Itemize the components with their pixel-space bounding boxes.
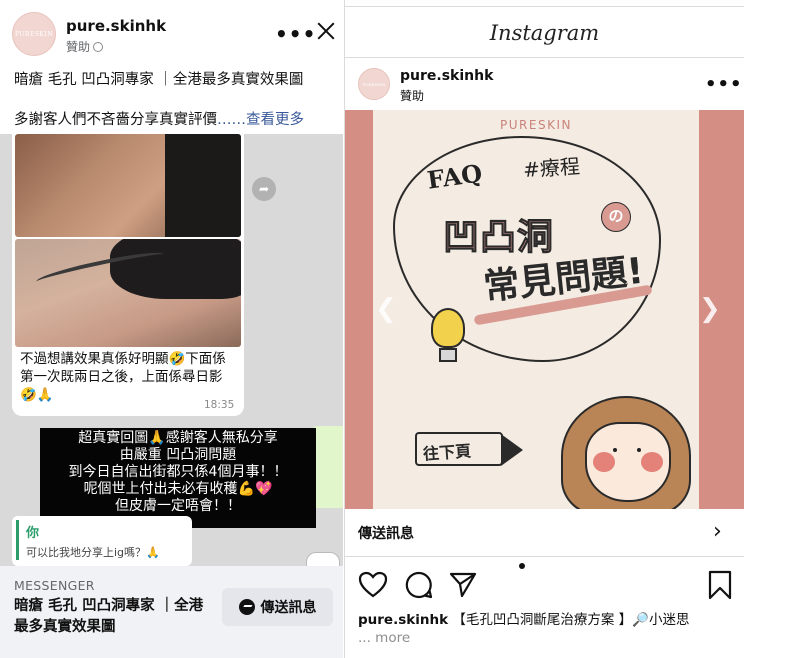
testimonial-overlay-text: 超真實回圖🙏感謝客人無私分享 由嚴重 凹凸洞問題 到今日自信出街都只係4個月事！… xyxy=(40,428,316,528)
girl-eye-left xyxy=(613,448,617,452)
ig-username[interactable]: pure.skinhk xyxy=(400,68,493,84)
customer-photo-before xyxy=(15,134,241,237)
fb-avatar-logo-text: PURESKIN xyxy=(14,30,54,38)
send-message-button-label: 傳送訊息 xyxy=(260,600,317,616)
overlay-line: 超真實回圖🙏感謝客人無私分享 xyxy=(78,430,278,446)
overlay-line: 到今日自信出街都只係4個月事！！ xyxy=(68,464,288,480)
share-arrow-icon: ➦ xyxy=(252,177,276,201)
reply-sender-name: 你 xyxy=(26,526,40,541)
chevron-left-icon[interactable]: ❮ xyxy=(375,294,397,324)
fb-post-text-line1: 暗瘡 毛孔 凹凸洞專家 ｜全港最多真實效果圖 xyxy=(14,72,304,88)
overlay-line: 由嚴重 凹凸洞問題 xyxy=(119,447,237,463)
send-message-button[interactable]: 傳送訊息 xyxy=(222,588,333,626)
fb-page-name[interactable]: pure.skinhk xyxy=(66,17,166,35)
globe-icon xyxy=(93,42,104,52)
reply-message-text: 可以比我地分享上ig嗎？🙏 xyxy=(26,546,160,559)
customer-photo-after xyxy=(15,239,241,347)
fb-ad-image-chat-screenshot[interactable]: 不過想講效果真係好明顯🤣下面係第一次既兩日之後，上面係尋日影🤣🙏 18:35 ➦… xyxy=(0,134,343,566)
chat-timestamp: 18:35 xyxy=(204,399,235,411)
ig-cta-bar[interactable]: 傳送訊息 › xyxy=(345,509,744,557)
messenger-icon xyxy=(238,599,255,615)
chevron-right-icon: › xyxy=(713,519,722,544)
ig-profile-avatar[interactable]: PURESKIN xyxy=(358,68,390,100)
ig-caption-text: 【毛孔凹凸洞斷尾治療方案 】🔎小迷思 xyxy=(452,612,690,628)
chat-reply-quote: 你 可以比我地分享上ig嗎？🙏 xyxy=(12,516,192,566)
illustration-hashtag-text: #療程 xyxy=(522,154,581,182)
ig-action-bar xyxy=(358,570,738,600)
chat-emoji-icon xyxy=(306,552,340,566)
comment-icon[interactable] xyxy=(404,570,434,600)
facebook-ad-panel: PURESKIN pure.skinhk 贊助 ••• 暗瘡 毛孔 凹凸洞專家 … xyxy=(0,0,343,658)
lightbulb-base xyxy=(439,348,457,362)
illustration-brand-text: PURESKIN xyxy=(500,118,572,132)
instagram-ad-panel: Instagram PURESKIN pure.skinhk 贊助 ••• PU… xyxy=(344,0,744,658)
instagram-logo[interactable]: Instagram xyxy=(345,21,744,45)
ig-caption: pure.skinhk 【毛孔凹凸洞斷尾治療方案 】🔎小迷思 xyxy=(358,608,738,628)
fb-sponsored-text: 贊助 xyxy=(66,40,91,54)
ig-top-bar: Instagram xyxy=(345,6,744,58)
ig-avatar-logo-text: PURESKIN xyxy=(362,81,386,87)
fb-post-text-line2: 多謝客人們不吝嗇分享真實評價……查看更多 xyxy=(14,108,304,129)
share-icon[interactable] xyxy=(448,570,478,600)
fb-post-text-body: 多謝客人們不吝嗇分享真實評價 xyxy=(14,112,217,128)
next-page-text: 往下頁 xyxy=(422,441,472,464)
reply-quote-bar xyxy=(16,520,19,560)
ig-sponsored-label: 贊助 xyxy=(400,89,425,103)
more-options-icon[interactable]: ••• xyxy=(705,74,743,95)
overlay-line: 但皮膚一定唔會！！ xyxy=(115,498,241,514)
girl-eye-right xyxy=(637,448,641,452)
see-more-link[interactable]: ……查看更多 xyxy=(217,112,304,128)
girl-cheek-right xyxy=(641,452,663,472)
fb-page-avatar[interactable]: PURESKIN xyxy=(12,12,56,56)
chevron-right-icon[interactable]: ❯ xyxy=(699,294,721,324)
chat-image-bubble: 不過想講效果真係好明顯🤣下面係第一次既兩日之後，上面係尋日影🤣🙏 18:35 xyxy=(12,134,244,416)
bookmark-icon[interactable] xyxy=(705,570,735,600)
close-icon[interactable] xyxy=(315,20,337,42)
ig-cta-label: 傳送訊息 xyxy=(358,526,414,542)
fb-sponsored-label: 贊助 xyxy=(66,38,104,55)
ig-caption-username[interactable]: pure.skinhk xyxy=(358,612,448,628)
more-options-icon[interactable]: ••• xyxy=(275,22,316,46)
carousel-indicator-dot xyxy=(519,563,525,569)
chat-message-text: 不過想講效果真係好明顯🤣下面係第一次既兩日之後，上面係尋日影🤣🙏 xyxy=(20,351,226,403)
ig-caption-more-link[interactable]: ... more xyxy=(358,630,410,646)
ig-carousel-image[interactable]: PURESKIN FAQ #療程 凹凸洞 の 常見問題! 往下頁 ❮ ❯ xyxy=(345,110,744,509)
fb-post-header: PURESKIN pure.skinhk 贊助 ••• xyxy=(0,0,343,62)
fb-footer-headline: 暗瘡 毛孔 凹凸洞專家 ｜全港最多真實效果圖 xyxy=(14,598,204,635)
illustration-paper: PURESKIN FAQ #療程 凹凸洞 の 常見問題! 往下頁 xyxy=(373,110,699,509)
illustration-no-badge: の xyxy=(601,202,631,232)
heart-icon[interactable] xyxy=(358,570,388,600)
arrow-right-icon xyxy=(501,434,523,466)
overlay-line: 呢個世上付出未必有收穫💪💖 xyxy=(83,481,273,497)
fb-footer-source-label: MESSENGER xyxy=(14,578,95,593)
fb-ad-footer: MESSENGER 暗瘡 毛孔 凹凸洞專家 ｜全港最多真實效果圖 傳送訊息 xyxy=(0,566,343,658)
lightbulb-icon xyxy=(431,308,465,348)
girl-cheek-left xyxy=(593,452,615,472)
